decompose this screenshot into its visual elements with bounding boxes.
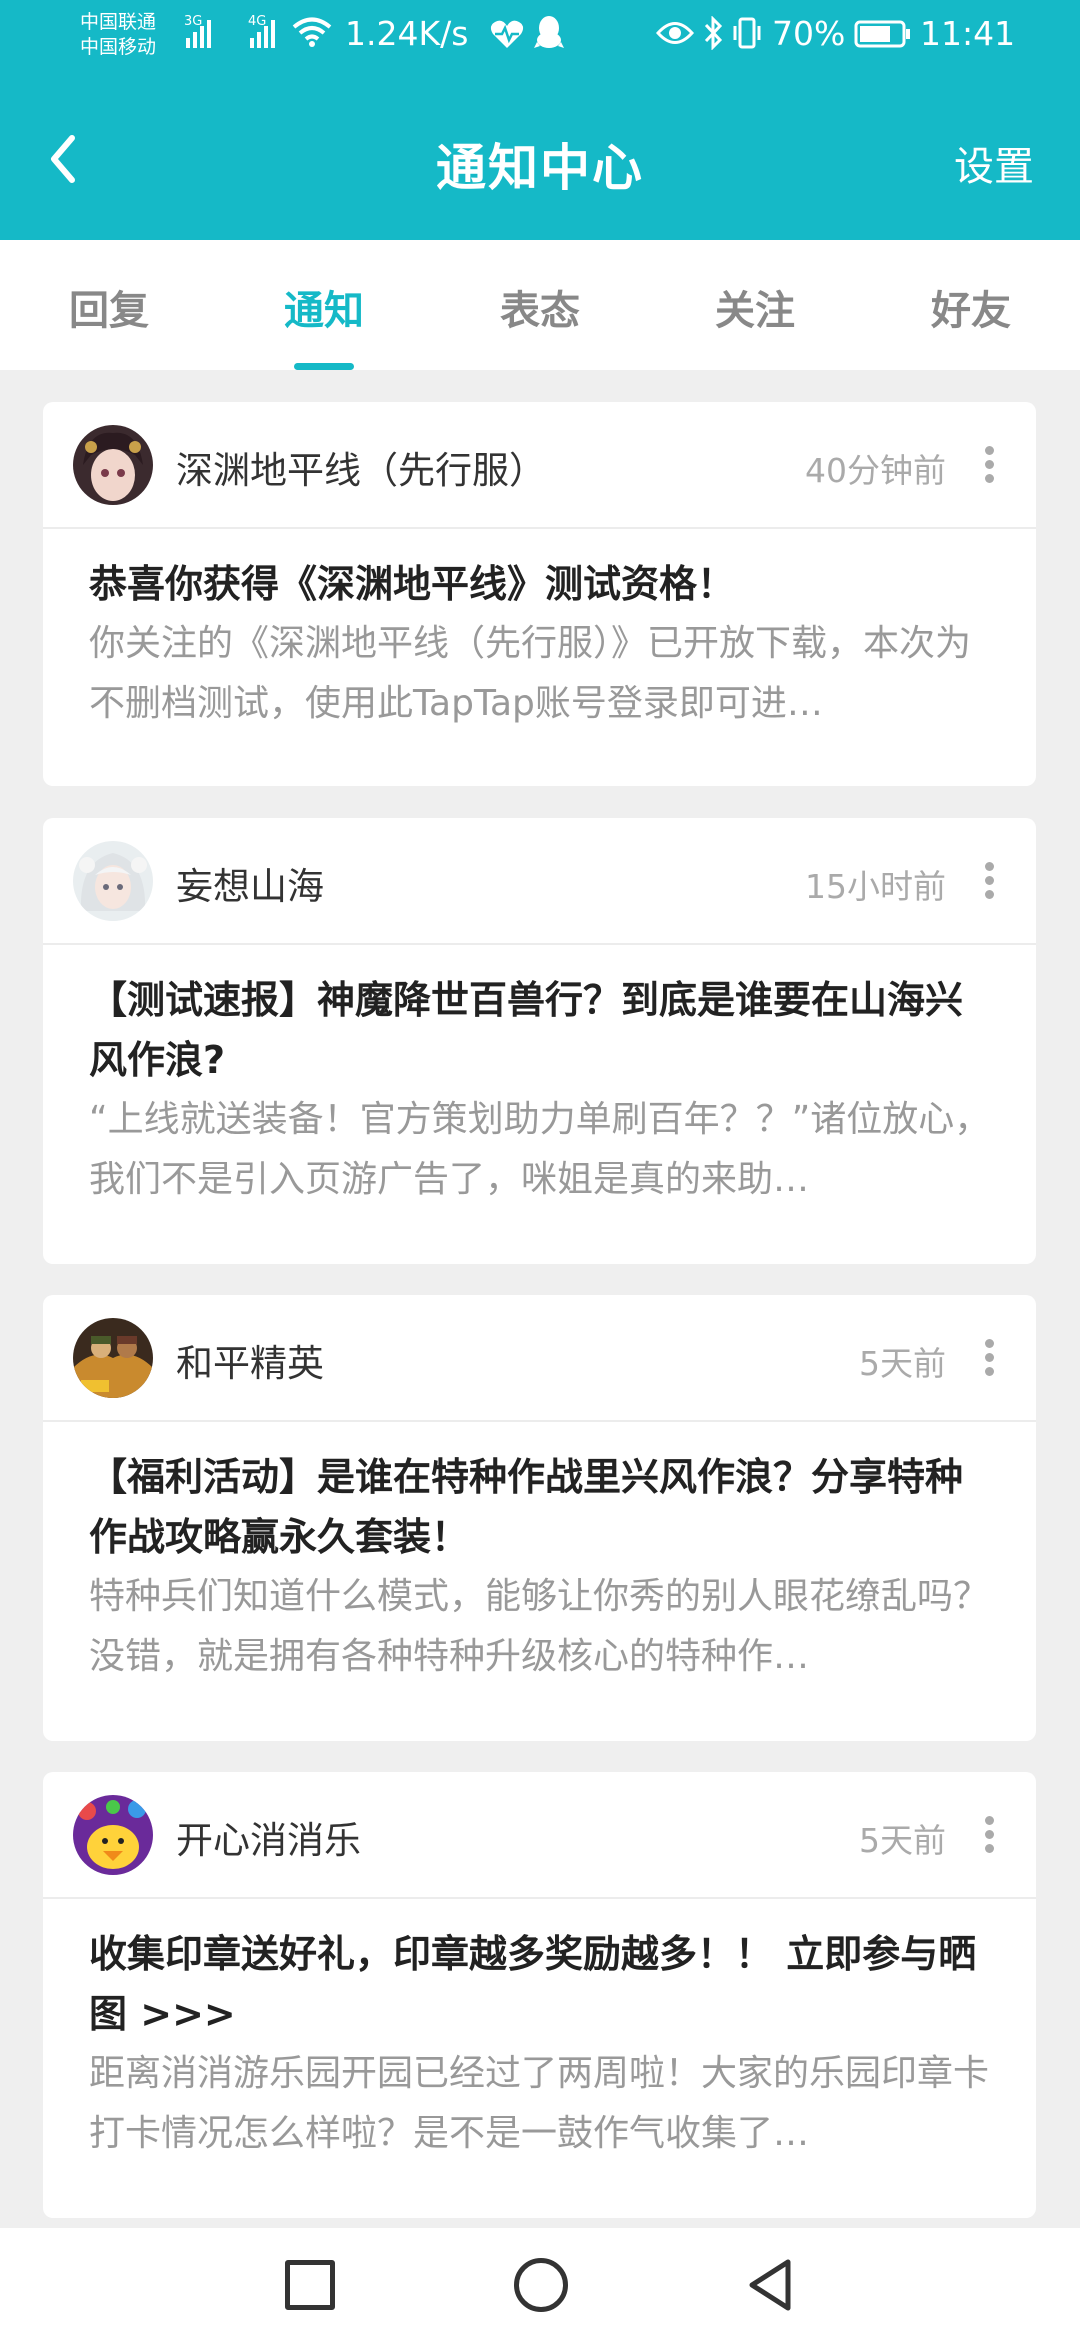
active-tab-indicator bbox=[294, 363, 354, 370]
notification-title: 【测试速报】神魔降世百兽行？到底是谁要在山海兴风作浪? bbox=[89, 978, 964, 1082]
notification-card[interactable]: 妄想山海 15小时前 【测试速报】神魔降世百兽行？到底是谁要在山海兴风作浪? “… bbox=[43, 818, 1036, 1264]
notification-description: 你关注的《深渊地平线（先行服）》已开放下载，本次为不删档测试，使用此TapTap… bbox=[89, 623, 972, 724]
card-body: 恭喜你获得《深渊地平线》测试资格！ 你关注的《深渊地平线（先行服）》已开放下载，… bbox=[89, 554, 996, 734]
tab-bar: 回复 通知 表态 关注 好友 bbox=[0, 240, 1080, 370]
heart-rate-icon bbox=[490, 20, 524, 48]
notification-description: 特种兵们知道什么模式，能够让你秀的别人眼花缭乱吗？ 没错，就是拥有各种特种升级核… bbox=[89, 1576, 990, 1677]
more-options-icon[interactable] bbox=[982, 1816, 996, 1856]
vibrate-icon bbox=[733, 17, 761, 49]
carrier-info: 中国联通 中国移动 bbox=[80, 10, 156, 60]
notification-title: 【福利活动】是谁在特种作战里兴风作浪？分享特种作战攻略赢永久套装！ bbox=[89, 1455, 964, 1559]
source-name: 妄想山海 bbox=[176, 865, 324, 908]
tab-friends[interactable]: 好友 bbox=[906, 278, 1036, 336]
card-header: 妄想山海 15小时前 bbox=[43, 818, 1036, 945]
signal-2-tech: 4G bbox=[248, 14, 267, 29]
source-name: 深渊地平线（先行服） bbox=[176, 449, 546, 492]
recent-apps-icon[interactable] bbox=[285, 2260, 335, 2310]
signal-1-tech: 3G bbox=[184, 14, 203, 29]
avatar bbox=[73, 1318, 153, 1398]
tab-notifications[interactable]: 通知 bbox=[259, 278, 389, 336]
clock: 11:41 bbox=[920, 14, 1016, 53]
eye-icon bbox=[656, 22, 694, 44]
notification-card[interactable]: 开心消消乐 5天前 收集印章送好礼，印章越多奖励越多！！ 立即参与晒图 >>> … bbox=[43, 1772, 1036, 2218]
card-header: 开心消消乐 5天前 bbox=[43, 1772, 1036, 1899]
notification-title: 收集印章送好礼，印章越多奖励越多！！ 立即参与晒图 >>> bbox=[89, 1932, 977, 2036]
notification-description: “上线就送装备！官方策划助力单刷百年？？”诸位放心，我们不是引入页游广告了，咪姐… bbox=[89, 1099, 991, 1200]
timestamp: 5天前 bbox=[859, 1344, 946, 1383]
timestamp: 40分钟前 bbox=[805, 451, 946, 490]
notification-card[interactable]: 深渊地平线（先行服） 40分钟前 恭喜你获得《深渊地平线》测试资格！ 你关注的《… bbox=[43, 402, 1036, 786]
card-body: 收集印章送好礼，印章越多奖励越多！！ 立即参与晒图 >>> 距离消消游乐园开园已… bbox=[89, 1924, 996, 2164]
more-options-icon[interactable] bbox=[982, 1339, 996, 1379]
wifi-icon bbox=[292, 17, 332, 47]
more-options-icon[interactable] bbox=[982, 862, 996, 902]
bluetooth-icon bbox=[704, 16, 723, 50]
nav-back-icon[interactable] bbox=[742, 2256, 798, 2314]
card-body: 【福利活动】是谁在特种作战里兴风作浪？分享特种作战攻略赢永久套装！ 特种兵们知道… bbox=[89, 1447, 996, 1687]
timestamp: 15小时前 bbox=[805, 867, 946, 906]
notification-card[interactable]: 和平精英 5天前 【福利活动】是谁在特种作战里兴风作浪？分享特种作战攻略赢永久套… bbox=[43, 1295, 1036, 1741]
source-name: 和平精英 bbox=[176, 1342, 324, 1385]
timestamp: 5天前 bbox=[859, 1821, 946, 1860]
tab-following[interactable]: 关注 bbox=[690, 278, 820, 336]
avatar bbox=[73, 841, 153, 921]
page-title: 通知中心 bbox=[436, 139, 644, 197]
home-icon[interactable] bbox=[514, 2258, 568, 2312]
source-name: 开心消消乐 bbox=[176, 1819, 361, 1862]
avatar bbox=[73, 425, 153, 505]
more-options-icon[interactable] bbox=[982, 446, 996, 486]
tab-replies[interactable]: 回复 bbox=[44, 278, 174, 336]
notification-title: 恭喜你获得《深渊地平线》测试资格！ bbox=[89, 562, 736, 606]
battery-percent: 70% bbox=[772, 14, 846, 53]
header: 中国联通 中国移动 3G 4G 1.24K/s 70% 11:41 通知中心 设… bbox=[0, 0, 1080, 240]
net-speed: 1.24K/s bbox=[345, 14, 469, 53]
qq-icon bbox=[534, 16, 564, 48]
carrier-2: 中国移动 bbox=[80, 36, 157, 58]
notification-description: 距离消消游乐园开园已经过了两周啦！大家的乐园印章卡打卡情况怎么样啦？是不是一鼓作… bbox=[89, 2053, 990, 2154]
tab-reactions[interactable]: 表态 bbox=[475, 278, 605, 336]
card-header: 和平精英 5天前 bbox=[43, 1295, 1036, 1422]
app-bar: 通知中心 设置 bbox=[0, 80, 1080, 230]
signal-1-icon: 3G bbox=[184, 14, 211, 48]
carrier-1: 中国联通 bbox=[80, 11, 157, 33]
system-nav-bar bbox=[0, 2228, 1080, 2340]
avatar bbox=[73, 1795, 153, 1875]
status-bar: 中国联通 中国移动 3G 4G 1.24K/s 70% 11:41 bbox=[0, 0, 1080, 72]
signal-2-icon: 4G bbox=[248, 14, 275, 48]
battery-icon bbox=[854, 20, 910, 48]
settings-button[interactable]: 设置 bbox=[954, 134, 1034, 192]
card-header: 深渊地平线（先行服） 40分钟前 bbox=[43, 402, 1036, 529]
card-body: 【测试速报】神魔降世百兽行？到底是谁要在山海兴风作浪? “上线就送装备！官方策划… bbox=[89, 970, 996, 1210]
